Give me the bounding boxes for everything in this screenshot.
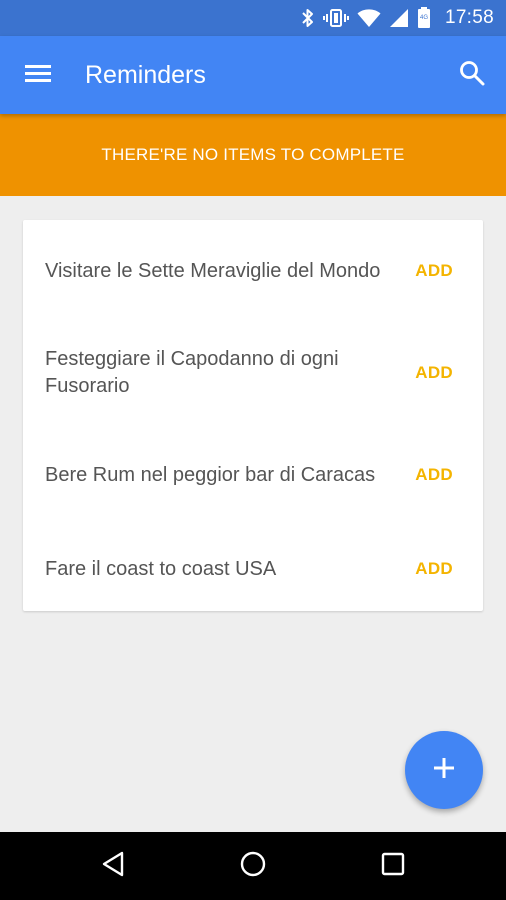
status-bar: 4G 17:58 bbox=[0, 0, 506, 36]
battery-icon: 4G bbox=[417, 7, 431, 29]
add-button[interactable]: ADD bbox=[415, 220, 453, 322]
vibrate-icon bbox=[322, 8, 349, 28]
status-icons: 4G 17:58 bbox=[301, 0, 494, 36]
item-text: Festeggiare il Capodanno di ogni Fusorar… bbox=[45, 348, 339, 397]
item-text: Bere Rum nel peggior bar di Caracas bbox=[45, 463, 376, 486]
item-text: Fare il coast to coast USA bbox=[45, 557, 277, 580]
home-button[interactable] bbox=[229, 842, 277, 890]
add-button[interactable]: ADD bbox=[415, 518, 453, 620]
list-item: Fare il coast to coast USA ADD bbox=[23, 518, 483, 620]
search-button[interactable] bbox=[448, 51, 496, 99]
clock: 17:58 bbox=[444, 7, 494, 28]
battery-label: 4G bbox=[420, 15, 428, 21]
app-bar: Reminders bbox=[0, 36, 506, 114]
recents-icon bbox=[380, 851, 406, 882]
page-title: Reminders bbox=[85, 61, 206, 89]
banner-text: THERE'RE NO ITEMS TO COMPLETE bbox=[101, 145, 405, 164]
list-item: Bere Rum nel peggior bar di Caracas ADD bbox=[23, 424, 483, 526]
menu-button[interactable] bbox=[14, 51, 62, 99]
back-button[interactable] bbox=[89, 842, 137, 890]
empty-state-banner: THERE'RE NO ITEMS TO COMPLETE bbox=[0, 114, 506, 196]
bluetooth-icon bbox=[301, 8, 315, 28]
add-button[interactable]: ADD bbox=[415, 424, 453, 526]
plus-icon bbox=[433, 757, 455, 784]
list-item: Festeggiare il Capodanno di ogni Fusorar… bbox=[23, 322, 483, 424]
navigation-bar bbox=[0, 832, 506, 900]
recents-button[interactable] bbox=[369, 842, 417, 890]
add-button[interactable]: ADD bbox=[415, 322, 453, 424]
hamburger-menu-icon bbox=[25, 63, 51, 88]
home-icon bbox=[239, 850, 267, 883]
wifi-icon bbox=[357, 8, 381, 28]
add-reminder-fab[interactable] bbox=[405, 731, 483, 809]
back-icon bbox=[100, 850, 126, 883]
list-item: Visitare le Sette Meraviglie del Mondo A… bbox=[23, 220, 483, 322]
search-icon bbox=[459, 60, 485, 91]
signal-icon bbox=[389, 8, 409, 28]
reminders-card: Visitare le Sette Meraviglie del Mondo A… bbox=[23, 220, 483, 611]
item-text: Visitare le Sette Meraviglie del Mondo bbox=[45, 259, 381, 282]
